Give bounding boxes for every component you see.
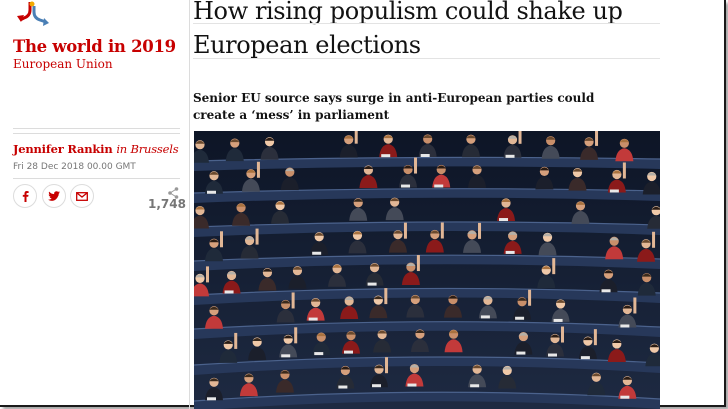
parliament-chamber-image bbox=[194, 131, 660, 409]
twitter-share-button[interactable] bbox=[42, 184, 66, 208]
headline-rule-1 bbox=[193, 23, 660, 24]
email-icon bbox=[76, 191, 88, 201]
facebook-share-button[interactable] bbox=[13, 184, 37, 208]
byline-location: in Brussels bbox=[116, 142, 179, 156]
email-share-button[interactable] bbox=[70, 184, 94, 208]
article-standfirst: Senior EU source says surge in anti-Euro… bbox=[193, 91, 595, 122]
series-subtitle[interactable]: European Union bbox=[13, 57, 113, 71]
series-arrows-icon bbox=[16, 0, 52, 34]
column-divider bbox=[189, 0, 190, 409]
share-count: 1,748 bbox=[148, 197, 186, 211]
series-title[interactable]: The world in 2019 bbox=[13, 37, 176, 56]
meta-divider bbox=[13, 128, 180, 134]
headline-rule-2 bbox=[193, 58, 660, 59]
main-article-photo[interactable] bbox=[194, 131, 660, 409]
publish-date: Fri 28 Dec 2018 00.00 GMT bbox=[13, 162, 136, 172]
share-divider bbox=[13, 178, 180, 179]
twitter-icon bbox=[48, 191, 60, 201]
facebook-icon bbox=[22, 191, 29, 202]
headline-line-2: European elections bbox=[193, 31, 421, 59]
article-headline: How rising populism could shake up Europ… bbox=[193, 0, 663, 62]
byline-author[interactable]: Jennifer Rankin bbox=[13, 142, 113, 156]
byline: Jennifer Rankin in Brussels bbox=[13, 142, 179, 156]
